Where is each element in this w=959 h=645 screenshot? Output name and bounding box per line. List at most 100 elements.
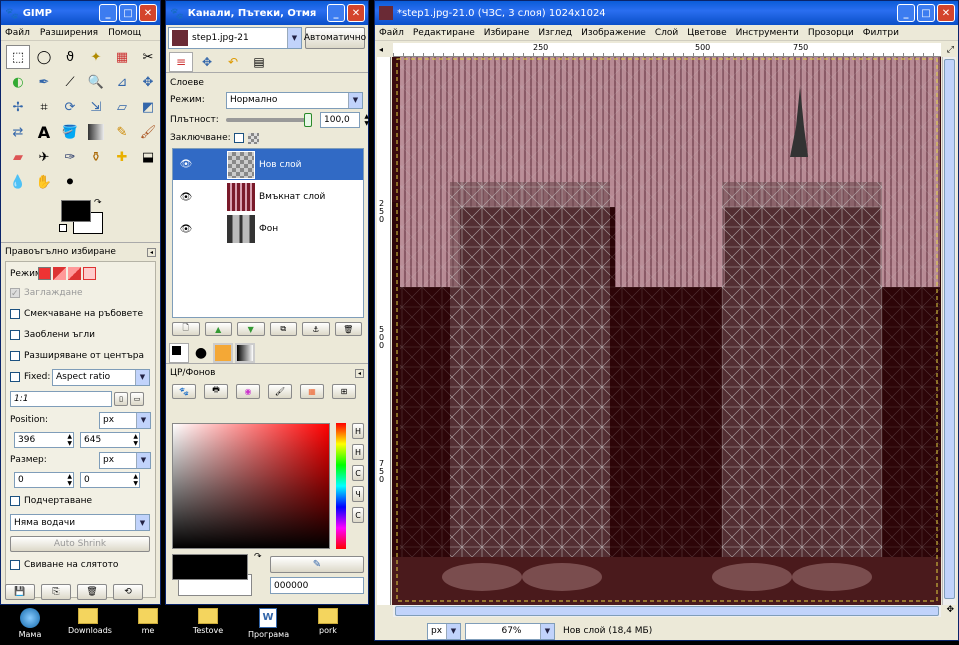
eraser-icon[interactable]: ▰ [6,145,30,169]
foreground-color-swatch[interactable] [61,200,91,222]
portrait-icon[interactable]: ▯ [114,392,128,406]
tab-layers[interactable]: ≡ [169,51,193,72]
color-select-icon[interactable]: ▦ [110,45,134,69]
menu-select[interactable]: Избиране [484,28,530,38]
desktop-icon-downloads[interactable]: Downloads [68,608,112,635]
layer-mode-dropdown[interactable]: Нормално ▼ [226,91,363,109]
pencil-icon[interactable]: ✎ [110,120,134,144]
desktop-icon-mama[interactable]: Мама [10,608,50,639]
swap-colors-icon[interactable]: ↷ [94,198,102,208]
heal-icon[interactable]: ✚ [110,145,134,169]
position-y-input[interactable]: 645 ▲ ▼ [80,432,140,448]
zoom-icon[interactable]: 🔍 [84,70,108,94]
move-icon[interactable]: ✥ [136,70,160,94]
fixed-checkbox[interactable] [10,372,20,382]
restore-options-button[interactable]: ⎘ [41,584,71,600]
text-icon[interactable]: A [32,120,56,144]
close-button[interactable]: ✕ [139,4,157,22]
close-button[interactable]: ✕ [937,4,955,22]
lock-pixels-checkbox[interactable] [233,133,244,143]
color-picker-icon[interactable]: ⟋ [58,70,82,94]
maximize-button[interactable]: □ [119,4,137,22]
tab-brushes[interactable]: ● [191,343,211,363]
color-area[interactable] [172,423,330,549]
bucket-fill-icon[interactable]: 🪣 [58,120,82,144]
unit-dropdown[interactable]: px ▼ [427,622,461,640]
tab-channels[interactable]: ▤ [247,52,271,72]
shear-icon[interactable]: ▱ [110,95,134,119]
menu-windows[interactable]: Прозорци [808,28,854,38]
anchor-layer-button[interactable]: ⚓ [302,322,330,336]
scroll-thumb[interactable] [395,606,939,616]
menu-filters[interactable]: Филтри [863,28,899,38]
menu-image[interactable]: Изображение [581,28,646,38]
maximize-button[interactable]: □ [917,4,935,22]
eye-icon[interactable]: 👁 [173,159,199,170]
save-options-button[interactable]: 💾 [5,584,35,600]
opacity-input[interactable]: 100,0 ▲ ▼ [320,112,369,128]
canvas-area[interactable] [392,57,941,605]
crop-icon[interactable]: ⌗ [32,95,56,119]
perspective-icon[interactable]: ◩ [136,95,160,119]
menu-colors[interactable]: Цветове [687,28,726,38]
shrink-merged-checkbox[interactable] [10,560,20,570]
smudge-icon[interactable]: 💧 [6,170,30,194]
ratio-field[interactable]: 1:1 [10,391,112,407]
menu-tools[interactable]: Инструменти [736,28,799,38]
zoom-dropdown[interactable]: 67% ▼ [465,622,555,640]
menu-extensions[interactable]: Разширения [40,28,98,38]
auto-shrink-button[interactable]: Auto Shrink [10,536,150,552]
menu-file[interactable]: Файл [379,28,404,38]
desktop-icon-programa[interactable]: W Програма [248,608,289,639]
size-w-input[interactable]: 0 ▲ ▼ [14,472,74,488]
horizontal-scrollbar[interactable] [393,605,941,617]
layer-row[interactable]: 👁 Нов слой [173,149,363,181]
horizontal-ruler[interactable]: 250 500 750 [393,43,941,57]
blend-icon[interactable] [88,124,104,140]
tab-undo[interactable]: ↶ [221,52,245,72]
layer-row[interactable]: 👁 Вмъкнат слой [173,181,363,213]
menu-view[interactable]: Изглед [538,28,572,38]
dodge-burn-icon[interactable]: ✋ [32,170,56,194]
fuzzy-select-icon[interactable]: ✦ [84,45,108,69]
mode-add-icon[interactable] [53,267,66,280]
minimize-button[interactable]: _ [327,4,345,22]
reset-options-button[interactable]: ⟲ [113,584,143,600]
panel-menu-icon[interactable]: ◂ [355,368,364,378]
fg-bg-colors[interactable]: ↷ [59,198,160,240]
gimp-selector-icon[interactable]: 🐾 [172,383,196,399]
palette-selector-icon[interactable]: ▦ [300,383,324,399]
position-unit-dropdown[interactable]: px ▼ [99,411,151,429]
navigate-button[interactable]: ✥ [946,605,954,615]
layer-name[interactable]: Нов слой [259,160,302,170]
close-button[interactable]: ✕ [347,4,365,22]
image-canvas[interactable] [392,57,941,605]
guides-dropdown[interactable]: Няма водачи ▼ [10,514,150,531]
opacity-slider[interactable] [226,113,312,127]
tab-paths[interactable]: ✥ [195,52,219,72]
channel-v-button[interactable]: С [352,465,364,481]
scissors-icon[interactable]: ✂ [136,45,160,69]
fg-bg-preview[interactable]: ↷ [172,552,262,596]
rotate-icon[interactable]: ⟳ [58,95,82,119]
mode-replace-icon[interactable] [38,267,51,280]
watercolor-selector-icon[interactable]: 🖌 [268,383,292,399]
lower-layer-button[interactable]: ▼ [237,322,265,336]
delete-options-button[interactable]: 🗑 [77,584,107,600]
menu-file[interactable]: Файл [5,28,30,38]
image-select-dropdown[interactable]: step1.jpg-21 ▼ [168,27,302,49]
antialias-checkbox[interactable]: ✓ [10,287,20,299]
size-unit-dropdown[interactable]: px ▼ [99,451,151,469]
highlight-checkbox[interactable] [10,496,20,506]
flip-icon[interactable]: ⇄ [6,120,30,144]
ink-icon[interactable]: ✑ [58,145,82,169]
image-titlebar[interactable]: *step1.jpg-21.0 (ЧЗС, 3 слоя) 1024x1024 … [375,1,958,25]
lock-alpha-icon[interactable] [247,132,259,144]
landscape-icon[interactable]: ▭ [130,392,144,406]
quick-mask-toggle[interactable]: ◂ [379,45,391,57]
auto-button[interactable]: Автоматично [304,27,366,49]
raise-layer-button[interactable]: ▲ [204,322,232,336]
airbrush-icon[interactable]: ✈ [32,145,56,169]
ellipse-select-icon[interactable]: ◯ [32,45,56,69]
tab-fg-bg[interactable] [169,342,189,363]
